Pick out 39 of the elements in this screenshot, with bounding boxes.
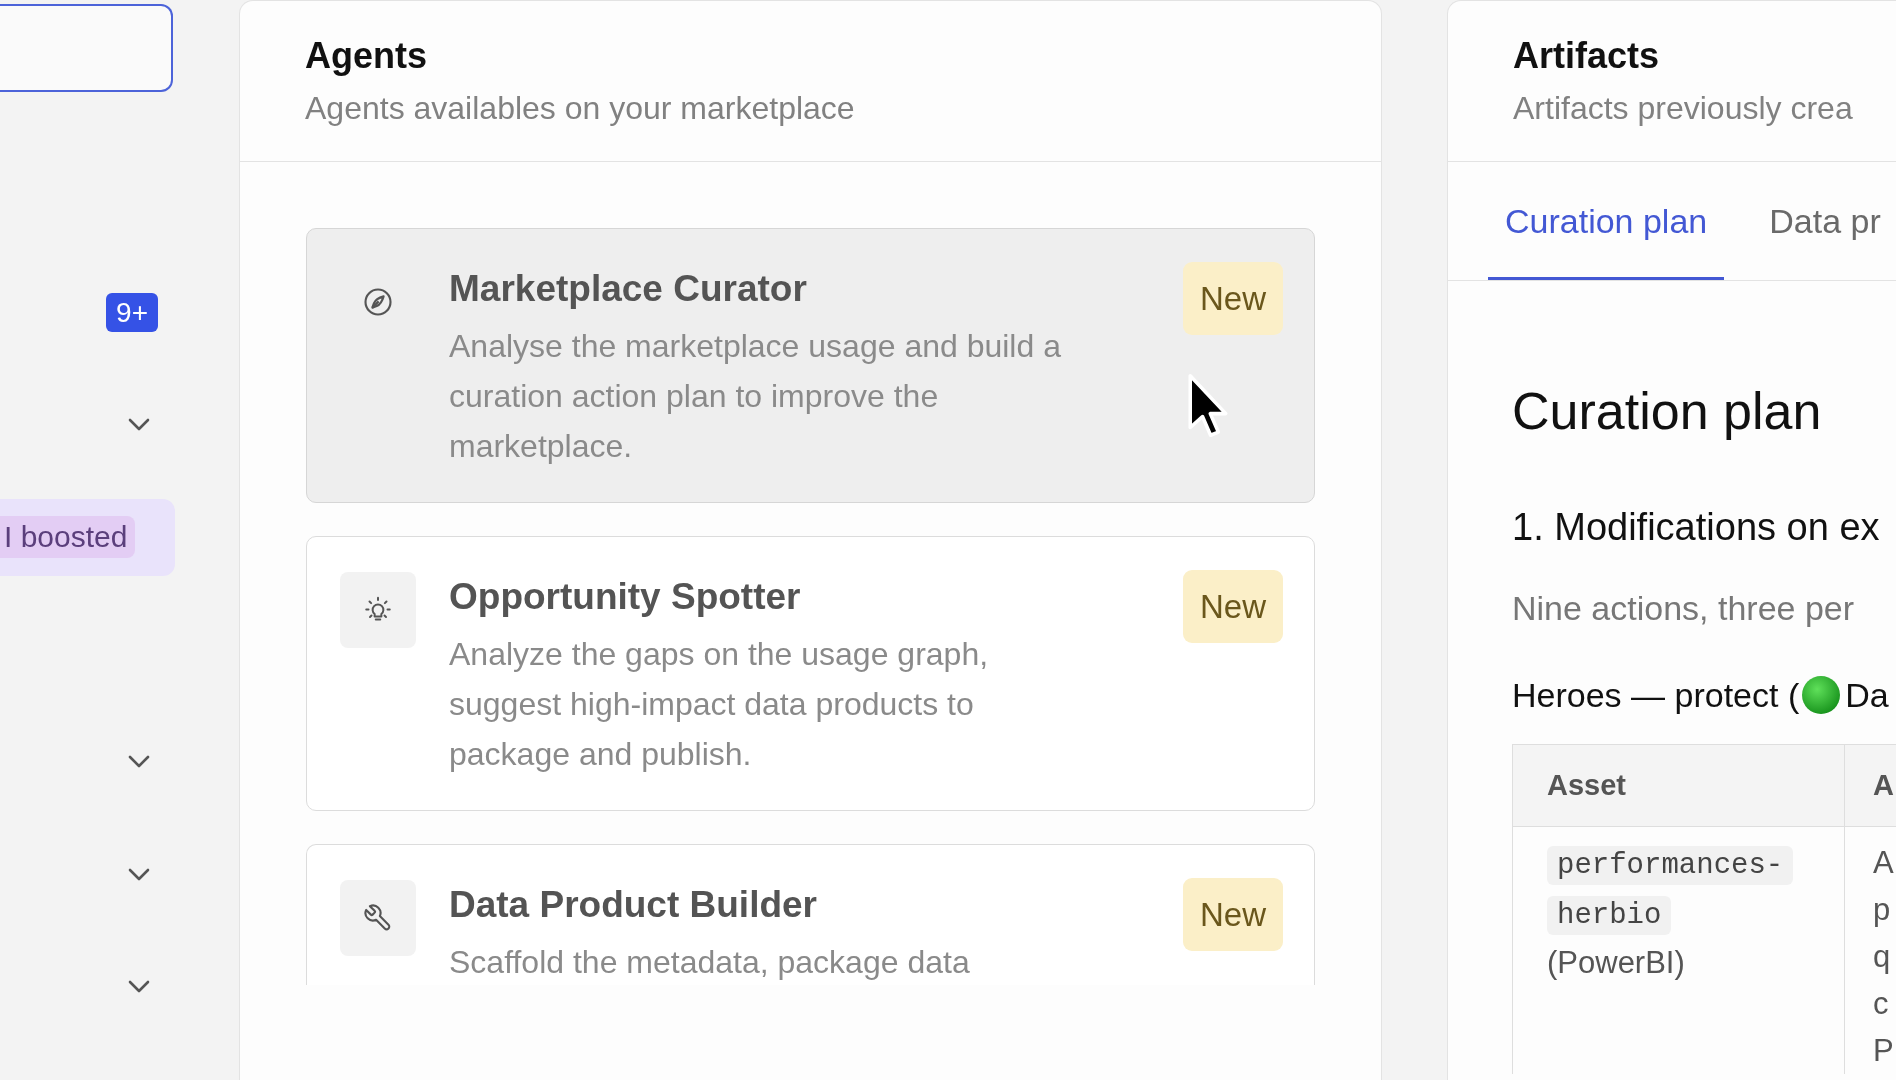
agent-card[interactable]: Data Product Builder Scaffold the metadata, package data New: [306, 844, 1315, 985]
input-field[interactable]: [0, 4, 173, 92]
subsection-heading: Heroes — protect (: [1512, 675, 1800, 716]
section-heading: 1. Modifications on ex: [1512, 505, 1881, 550]
status-dot-icon: [1802, 676, 1841, 714]
agent-card[interactable]: Marketplace Curator Analyse the marketplace usage and build a curation action plan to improve the marketplace. New: [306, 228, 1315, 503]
boost-tag: I boosted: [0, 516, 136, 559]
status-badge: New: [1182, 570, 1283, 643]
agent-name: Marketplace Curator: [449, 267, 808, 311]
chevron-down-icon[interactable]: [128, 755, 150, 770]
status-badge: New: [1182, 262, 1283, 335]
panel-subtitle: Artifacts previously crea: [1513, 89, 1854, 128]
agent-description: Analyze the gaps on the usage graph, suggest high-impact data products to package and publish.: [449, 635, 990, 774]
chevron-down-icon[interactable]: [128, 980, 150, 995]
agent-description: Scaffold the metadata, package data: [449, 943, 971, 982]
sidebar-item[interactable]: I boosted: [0, 498, 175, 576]
tab[interactable]: Data pr: [1752, 162, 1896, 280]
chevron-down-icon[interactable]: [128, 867, 150, 882]
body-text: Nine actions, three per: [1512, 588, 1856, 628]
panel-subtitle: Agents availables on your marketplace: [305, 89, 856, 128]
chevron-down-icon[interactable]: [128, 417, 150, 432]
column-header: Asset: [1512, 744, 1845, 827]
compass-icon: [363, 287, 393, 317]
agent-description: Analyse the marketplace usage and build a curation action plan to improve the marketplace.: [449, 327, 1062, 466]
wrench-icon: [340, 880, 416, 956]
tab[interactable]: Curation plan: [1488, 162, 1725, 280]
agent-name: Data Product Builder: [449, 883, 818, 927]
lightbulb-icon: [340, 572, 416, 648]
agent-card[interactable]: Opportunity Spotter Analyze the gaps on the usage graph, suggest high-impact data products to package and publish. New: [306, 536, 1315, 811]
cell-text: (PowerBI): [1547, 944, 1685, 982]
document-heading: Curation plan: [1512, 381, 1823, 441]
subsection-heading: Da: [1845, 675, 1889, 716]
count-badge: 9+: [106, 292, 158, 332]
status-badge: New: [1182, 878, 1283, 951]
cell-text: A p q c P: [1873, 844, 1895, 1070]
panel-title: Artifacts: [1513, 34, 1661, 78]
panel-title: Agents: [305, 34, 428, 78]
column-header: A: [1844, 744, 1896, 827]
agent-name: Opportunity Spotter: [449, 575, 802, 619]
